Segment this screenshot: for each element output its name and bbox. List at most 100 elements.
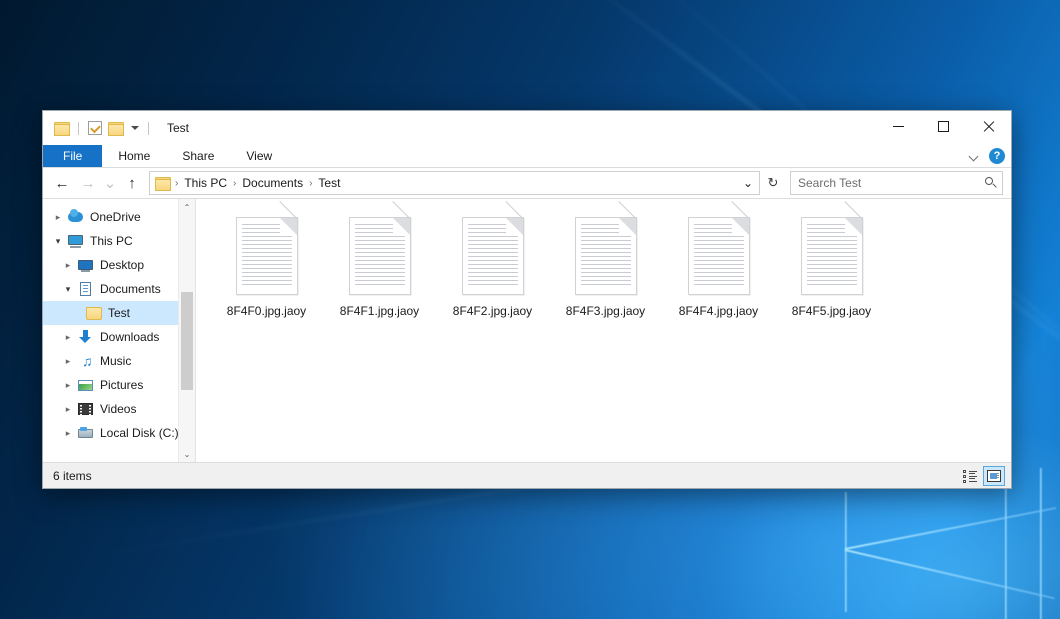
window-title: Test <box>167 121 189 135</box>
generic-file-icon <box>236 217 298 295</box>
search-placeholder: Search Test <box>798 176 985 190</box>
expander-collapsed-icon[interactable]: ▸ <box>59 404 77 415</box>
close-button[interactable] <box>966 111 1011 141</box>
generic-file-icon <box>801 217 863 295</box>
generic-file-icon <box>575 217 637 295</box>
sidebar-item-label: This PC <box>90 234 133 248</box>
refresh-button[interactable]: ↻ <box>762 172 784 194</box>
breadcrumb-item-test[interactable]: Test <box>315 176 343 190</box>
sidebar-item-documents[interactable]: ▾ Documents <box>43 277 195 301</box>
file-grid: 8F4F0.jpg.jaoy 8F4F1.jpg.jaoy 8F4F2.jpg.… <box>210 213 1011 324</box>
forward-button[interactable]: → <box>75 170 101 196</box>
toolbar-divider <box>78 122 79 135</box>
file-list-pane[interactable]: 8F4F0.jpg.jaoy 8F4F1.jpg.jaoy 8F4F2.jpg.… <box>195 199 1011 462</box>
file-item[interactable]: 8F4F2.jpg.jaoy <box>436 213 549 324</box>
status-bar: 6 items <box>43 462 1011 488</box>
close-icon <box>982 120 995 133</box>
chevron-down-icon[interactable] <box>970 152 979 161</box>
expander-expanded-icon[interactable]: ▾ <box>49 236 67 247</box>
file-name-label: 8F4F3.jpg.jaoy <box>566 304 645 318</box>
expander-expanded-icon[interactable]: ▾ <box>59 284 77 295</box>
generic-file-icon <box>349 217 411 295</box>
expander-collapsed-icon[interactable]: ▸ <box>59 428 77 439</box>
breadcrumb[interactable]: › This PC › Documents › Test ⌄ <box>149 171 760 195</box>
minimize-icon <box>893 126 904 127</box>
maximize-button[interactable] <box>921 111 966 141</box>
help-icon[interactable]: ? <box>989 148 1005 164</box>
sidebar-item-pictures[interactable]: ▸ Pictures <box>43 373 195 397</box>
scrollbar-thumb[interactable] <box>181 292 193 390</box>
details-view-button[interactable] <box>959 466 981 486</box>
chevron-down-icon[interactable] <box>131 126 139 130</box>
toolbar-divider <box>148 122 149 135</box>
sidebar-item-downloads[interactable]: ▸ Downloads <box>43 325 195 349</box>
breadcrumb-separator: › <box>172 178 181 189</box>
ribbon-tab-strip: File Home Share View ? <box>43 145 1011 168</box>
windows-logo-mark <box>845 507 1056 550</box>
properties-checkbox-icon[interactable] <box>88 121 102 135</box>
minimize-button[interactable] <box>876 111 921 141</box>
sidebar-item-videos[interactable]: ▸ Videos <box>43 397 195 421</box>
breadcrumb-item-documents[interactable]: Documents <box>239 176 306 190</box>
navigation-tree: ▸ OneDrive ▾ This PC ▸ Desktop <box>43 199 195 445</box>
sidebar-item-label: Videos <box>100 402 136 416</box>
expander-collapsed-icon[interactable]: ▸ <box>59 260 77 271</box>
windows-logo-mark <box>1040 468 1042 619</box>
expander-collapsed-icon[interactable]: ▸ <box>59 380 77 391</box>
expander-collapsed-icon[interactable]: ▸ <box>49 212 67 223</box>
sidebar-item-label: Music <box>100 354 131 368</box>
file-name-label: 8F4F4.jpg.jaoy <box>679 304 758 318</box>
file-item[interactable]: 8F4F5.jpg.jaoy <box>775 213 888 324</box>
sidebar-item-this-pc[interactable]: ▾ This PC <box>43 229 195 253</box>
view-toggle-group <box>959 466 1005 486</box>
sidebar-item-label: Pictures <box>100 378 143 392</box>
windows-logo-mark <box>1005 470 1007 619</box>
tab-file[interactable]: File <box>43 145 102 167</box>
generic-file-icon <box>688 217 750 295</box>
file-item[interactable]: 8F4F4.jpg.jaoy <box>662 213 775 324</box>
sidebar-item-onedrive[interactable]: ▸ OneDrive <box>43 205 195 229</box>
sidebar-item-desktop[interactable]: ▸ Desktop <box>43 253 195 277</box>
desktop-background: Test File Home Share View ? ← → ⌄ ↑ <box>0 0 1060 619</box>
expander-collapsed-icon[interactable]: ▸ <box>59 332 77 343</box>
sidebar-item-music[interactable]: ▸ ♫ Music <box>43 349 195 373</box>
folder-icon <box>85 305 102 321</box>
sidebar-item-label: Downloads <box>100 330 159 344</box>
sidebar-item-test[interactable]: Test <box>43 301 195 325</box>
breadcrumb-separator: › <box>230 178 239 189</box>
breadcrumb-item-this-pc[interactable]: This PC <box>181 176 230 190</box>
search-icon[interactable] <box>985 177 998 190</box>
back-button[interactable]: ← <box>49 170 75 196</box>
recent-locations-button[interactable]: ⌄ <box>101 170 119 196</box>
maximize-icon <box>938 121 949 132</box>
file-name-label: 8F4F5.jpg.jaoy <box>792 304 871 318</box>
file-name-label: 8F4F0.jpg.jaoy <box>227 304 306 318</box>
file-item[interactable]: 8F4F0.jpg.jaoy <box>210 213 323 324</box>
expander-collapsed-icon[interactable]: ▸ <box>59 356 77 367</box>
pictures-icon <box>77 377 94 393</box>
folder-icon <box>155 177 170 190</box>
search-input[interactable]: Search Test <box>790 171 1003 195</box>
large-icons-view-button[interactable] <box>983 466 1005 486</box>
tab-view[interactable]: View <box>230 145 288 167</box>
address-dropdown-icon[interactable]: ⌄ <box>741 176 755 190</box>
tab-home[interactable]: Home <box>102 145 166 167</box>
file-item[interactable]: 8F4F3.jpg.jaoy <box>549 213 662 324</box>
tab-share[interactable]: Share <box>166 145 230 167</box>
downloads-icon <box>77 329 94 345</box>
new-folder-icon[interactable] <box>108 122 123 135</box>
file-item[interactable]: 8F4F1.jpg.jaoy <box>323 213 436 324</box>
file-name-label: 8F4F2.jpg.jaoy <box>453 304 532 318</box>
folder-icon[interactable] <box>54 122 69 135</box>
sidebar-item-local-disk[interactable]: ▸ Local Disk (C:) <box>43 421 195 445</box>
scroll-up-button[interactable]: ⌃ <box>179 199 195 215</box>
title-bar[interactable]: Test <box>43 111 1011 145</box>
scroll-down-button[interactable]: ⌄ <box>179 446 195 462</box>
ribbon-actions: ? <box>970 145 1005 167</box>
navigation-scrollbar[interactable]: ⌃ ⌄ <box>178 199 195 462</box>
music-icon: ♫ <box>77 353 94 369</box>
windows-logo-mark <box>845 549 1055 599</box>
up-button[interactable]: ↑ <box>119 170 145 196</box>
address-bar: ← → ⌄ ↑ › This PC › Documents › Test ⌄ ↻… <box>43 168 1011 198</box>
windows-logo-mark <box>845 492 847 612</box>
